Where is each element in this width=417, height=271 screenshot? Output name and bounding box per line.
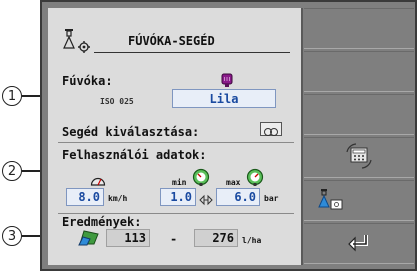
softkey-column <box>304 8 414 265</box>
nozzle-label: Fúvóka: <box>62 74 113 88</box>
min-label: min <box>172 178 187 187</box>
page-title: FÚVÓKA-SEGÉD <box>128 34 215 48</box>
result-dash: - <box>170 232 178 246</box>
divider-2 <box>58 213 294 214</box>
field-area-icon <box>78 228 100 246</box>
divider-1 <box>58 142 294 143</box>
max-label: max <box>226 178 241 187</box>
pressure-unit: bar <box>264 194 279 203</box>
results-label: Eredmények: <box>62 215 142 229</box>
user-data-label: Felhasználói adatok: <box>62 148 207 162</box>
speedometer-icon <box>90 171 106 186</box>
softkey-return[interactable] <box>304 223 414 264</box>
softkey-3[interactable] <box>304 94 414 135</box>
nozzle-helper-icon <box>62 28 94 54</box>
softkey-1[interactable] <box>304 8 414 49</box>
softkey-nozzle-settings[interactable] <box>304 180 414 221</box>
pressure-max-gauge-icon <box>246 168 264 186</box>
pressure-min-gauge-icon <box>192 168 210 186</box>
speed-unit: km/h <box>108 194 128 203</box>
pressure-min-field[interactable]: 1.0 <box>160 188 196 206</box>
return-arrow-icon <box>346 231 372 257</box>
nozzle-color-icon <box>220 72 234 87</box>
softkey-2[interactable] <box>304 51 414 92</box>
callout-1: 1 <box>2 86 22 106</box>
callout-2: 2 <box>2 161 22 181</box>
nozzle-iso-label: ISO 025 <box>100 97 134 106</box>
main-panel: FÚVÓKA-SEGÉD Fúvóka: ISO 025 Lila Segéd … <box>48 8 303 265</box>
nozzle-settings-icon <box>318 188 344 214</box>
result-unit: l/ha <box>242 236 262 245</box>
terminal-screen: FÚVÓKA-SEGÉD Fúvóka: ISO 025 Lila Segéd … <box>40 0 417 271</box>
result-max-value: 276 <box>194 229 238 247</box>
helper-select-button[interactable] <box>260 122 282 136</box>
helper-select-label: Segéd kiválasztása: <box>62 125 200 139</box>
result-min-value: 113 <box>106 229 150 247</box>
nozzle-color-field[interactable]: Lila <box>172 89 276 108</box>
range-arrows-icon <box>199 191 213 206</box>
callout-3: 3 <box>2 226 22 246</box>
speed-field[interactable]: 8.0 <box>66 188 104 206</box>
title-underline <box>94 52 290 53</box>
calculator-swap-icon <box>344 142 374 174</box>
softkey-calculator[interactable] <box>304 137 414 178</box>
pressure-max-field[interactable]: 6.0 <box>216 188 260 206</box>
